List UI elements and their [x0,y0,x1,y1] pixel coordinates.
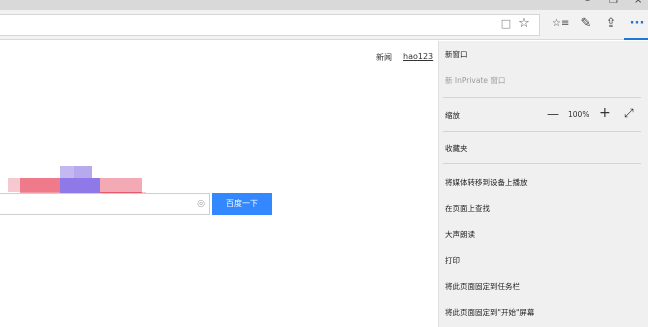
menu-item-print[interactable]: 打印 [445,255,460,266]
menu-divider [443,131,641,132]
menu-item-find-on-page[interactable]: 在页面上查找 [445,203,490,214]
browser-toolbar: □ ☆ ☆≡ ✎ ⇪ ··· [0,10,648,40]
address-bar[interactable] [0,14,540,36]
zoom-label: 缩放 [445,111,460,120]
camera-search-icon[interactable]: ◎ [194,197,208,211]
menu-divider [443,97,641,98]
settings-more-menu: 新窗口 新 InPrivate 窗口 缩放 — 100% + ⤢ 收藏夹 将媒体… [438,41,648,327]
menu-item-new-inprivate-window[interactable]: 新 InPrivate 窗口 [445,75,505,86]
menu-item-pin-to-taskbar[interactable]: 将此页面固定到任务栏 [445,281,520,292]
search-button[interactable]: 百度一下 [212,193,272,215]
reading-view-icon[interactable]: □ [498,16,514,32]
zoom-level: 100% [568,110,590,119]
share-icon[interactable]: ⇪ [603,16,619,32]
hao123-link[interactable]: hao123 [403,52,433,61]
menu-item-new-window[interactable]: 新窗口 [445,49,468,60]
web-page: 新闻 hao123 [0,41,438,327]
search-input[interactable] [0,193,210,215]
zoom-out-button[interactable]: — [547,108,559,120]
menu-item-cast-media[interactable]: 将媒体转移到设备上播放 [445,177,528,188]
menu-item-favorites[interactable]: 收藏夹 [445,143,468,154]
menu-item-read-aloud[interactable]: 大声朗读 [445,229,475,240]
news-link[interactable]: 新闻 [376,52,392,63]
maximize-icon[interactable]: ❐ [609,0,618,7]
more-actions-active-indicator [624,38,648,40]
favorites-hub-icon[interactable]: ☆≡ [552,16,569,32]
more-actions-icon[interactable]: ··· [629,16,645,32]
close-icon[interactable]: × [634,0,642,7]
menu-item-pin-to-start[interactable]: 将此页面固定到"开始"屏幕 [445,307,534,318]
fullscreen-icon[interactable]: ⤢ [624,107,634,119]
title-bar: – ❐ × [0,0,648,10]
minimize-icon[interactable]: – [585,0,590,7]
web-note-pen-icon[interactable]: ✎ [578,16,594,32]
menu-divider [443,163,641,164]
zoom-in-button[interactable]: + [599,106,611,120]
add-favorite-star-icon[interactable]: ☆ [516,16,532,32]
